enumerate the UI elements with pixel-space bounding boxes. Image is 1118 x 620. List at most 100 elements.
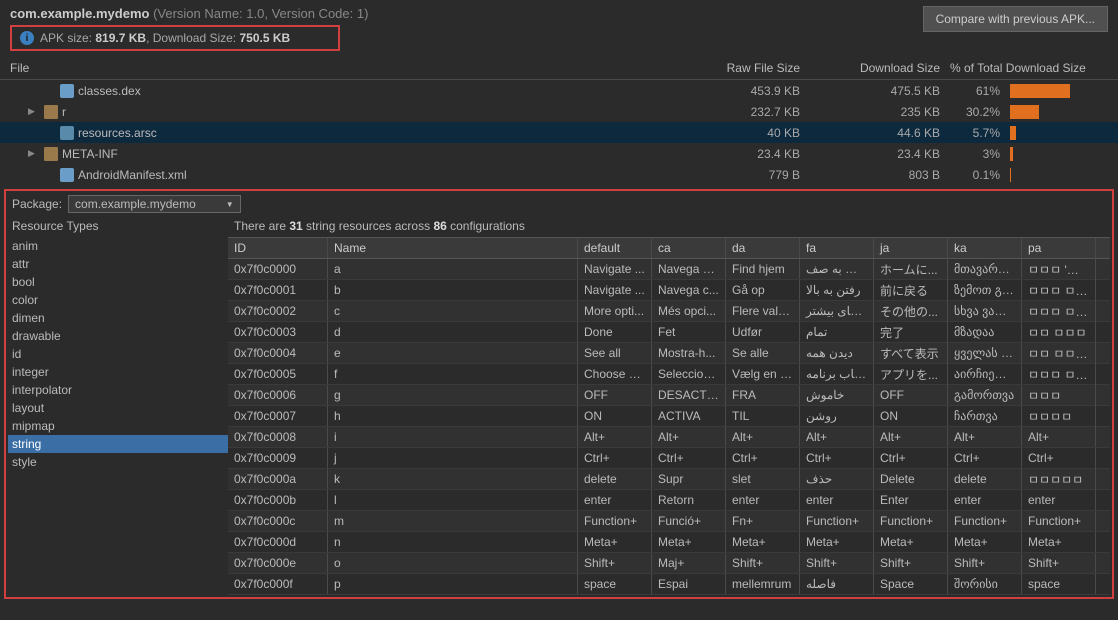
percent: 30.2%: [940, 105, 1000, 119]
percent: 61%: [940, 84, 1000, 98]
col-header[interactable]: default: [578, 238, 652, 258]
res-value: ㅁㅁㅁ ㅁㅁㅁ: [1022, 279, 1096, 302]
res-value: Meta+: [800, 532, 874, 552]
col-header[interactable]: fa: [800, 238, 874, 258]
resource-row[interactable]: 0x7f0c0002cMore opti...Més opci...Flere …: [228, 301, 1110, 322]
expand-arrow-icon[interactable]: ▶: [28, 106, 40, 117]
res-value: ㅁㅁㅁㅁㅁ: [1022, 468, 1096, 491]
file-row[interactable]: AndroidManifest.xml779 B803 B0.1%: [0, 164, 1118, 185]
resource-row[interactable]: 0x7f0c0005fChoose a...Seleccion...Vælg e…: [228, 364, 1110, 385]
resource-type-bool[interactable]: bool: [8, 273, 228, 291]
package-label: Package:: [12, 197, 62, 211]
col-header[interactable]: ca: [652, 238, 726, 258]
col-pct: % of Total Download Size: [940, 61, 1118, 75]
file-row[interactable]: ▶r232.7 KB235 KB30.2%: [0, 101, 1118, 122]
res-id: 0x7f0c0008: [228, 427, 328, 447]
expand-arrow-icon[interactable]: ▶: [28, 148, 40, 159]
resource-row[interactable]: 0x7f0c0006gOFFDESACTIVAFRAخاموشOFFგამორთ…: [228, 385, 1110, 406]
file-row[interactable]: ▶META-INF23.4 KB23.4 KB3%: [0, 143, 1118, 164]
res-value: Function+: [948, 511, 1022, 531]
col-header[interactable]: da: [726, 238, 800, 258]
res-value: حذف: [800, 469, 874, 489]
resource-types-list: Resource Types animattrboolcolordimendra…: [8, 215, 228, 595]
res-value: خاموش: [800, 385, 874, 405]
res-id: 0x7f0c000a: [228, 469, 328, 489]
res-value: enter: [1022, 490, 1096, 510]
resource-summary: There are 31 string resources across 86 …: [228, 215, 1110, 237]
col-header[interactable]: ID: [228, 238, 328, 258]
resource-row[interactable]: 0x7f0c000dnMeta+Meta+Meta+Meta+Meta+Meta…: [228, 532, 1110, 553]
resource-row[interactable]: 0x7f0c0004eSee allMostra-h...Se alleدیدن…: [228, 343, 1110, 364]
resource-row[interactable]: 0x7f0c000blenterRetornenterenterEnterent…: [228, 490, 1110, 511]
resource-type-anim[interactable]: anim: [8, 237, 228, 255]
res-value: enter: [948, 490, 1022, 510]
res-value: ㅁㅁ ㅁㅁㅁㅁ: [1022, 342, 1096, 365]
raw-size: 779 B: [630, 168, 800, 182]
percent: 3%: [940, 147, 1000, 161]
resource-type-layout[interactable]: layout: [8, 399, 228, 417]
res-value: Meta+: [948, 532, 1022, 552]
col-header[interactable]: ja: [874, 238, 948, 258]
apk-size-text: APK size: 819.7 KB, Download Size: 750.5…: [40, 31, 290, 45]
resource-type-attr[interactable]: attr: [8, 255, 228, 273]
compare-apk-button[interactable]: Compare with previous APK...: [923, 6, 1108, 32]
res-value: Ctrl+: [578, 448, 652, 468]
resource-type-id[interactable]: id: [8, 345, 228, 363]
res-value: ㅁㅁㅁㅁ: [1022, 405, 1096, 428]
file-row[interactable]: resources.arsc40 KB44.6 KB5.7%: [0, 122, 1118, 143]
res-value: Delete: [874, 469, 948, 489]
res-id: 0x7f0c0006: [228, 385, 328, 405]
res-value: Done: [578, 322, 652, 342]
res-name: m: [328, 511, 578, 531]
res-value: Ctrl+: [948, 448, 1022, 468]
resource-row[interactable]: 0x7f0c0009jCtrl+Ctrl+Ctrl+Ctrl+Ctrl+Ctrl…: [228, 448, 1110, 469]
res-value: Find hjem: [726, 259, 800, 279]
resource-row[interactable]: 0x7f0c0008iAlt+Alt+Alt+Alt+Alt+Alt+Alt+: [228, 427, 1110, 448]
file-name: META-INF: [62, 147, 118, 161]
resource-row[interactable]: 0x7f0c0000aNavigate ...Navega a...Find h…: [228, 259, 1110, 280]
raw-size: 40 KB: [630, 126, 800, 140]
res-name: i: [328, 427, 578, 447]
res-value: Space: [874, 574, 948, 594]
resource-row[interactable]: 0x7f0c0007hONACTIVATILروشنONჩართვაㅁㅁㅁㅁ: [228, 406, 1110, 427]
res-value: Alt+: [874, 427, 948, 447]
res-value: Seleccion...: [652, 364, 726, 384]
xml-icon: [60, 168, 74, 182]
res-value: رفتن به بالا: [800, 280, 874, 300]
resource-type-string[interactable]: string: [8, 435, 228, 453]
resource-type-color[interactable]: color: [8, 291, 228, 309]
resource-row[interactable]: 0x7f0c000fpspaceEspaimellemrumفاصلهSpace…: [228, 574, 1110, 595]
res-value: Retorn: [652, 490, 726, 510]
resource-type-drawable[interactable]: drawable: [8, 327, 228, 345]
col-header[interactable]: pa: [1022, 238, 1096, 258]
res-value: Meta+: [652, 532, 726, 552]
resource-type-style[interactable]: style: [8, 453, 228, 471]
raw-size: 232.7 KB: [630, 105, 800, 119]
resource-type-mipmap[interactable]: mipmap: [8, 417, 228, 435]
res-value: Navigate ...: [578, 280, 652, 300]
res-value: Navega c...: [652, 280, 726, 300]
res-value: TIL: [726, 406, 800, 426]
res-name: f: [328, 364, 578, 384]
resource-row[interactable]: 0x7f0c0003dDoneFetUdførتمام完了მზადააㅁㅁ ㅁㅁ…: [228, 322, 1110, 343]
package-dropdown[interactable]: com.example.mydemo ▼: [68, 195, 241, 213]
res-name: c: [328, 301, 578, 321]
res-id: 0x7f0c0004: [228, 343, 328, 363]
col-header[interactable]: ka: [948, 238, 1022, 258]
file-name: AndroidManifest.xml: [78, 168, 187, 182]
res-value: Maj+: [652, 553, 726, 573]
resource-row[interactable]: 0x7f0c0001bNavigate ...Navega c...Gå opر…: [228, 280, 1110, 301]
resource-row[interactable]: 0x7f0c000cmFunction+Funció+Fn+Function+F…: [228, 511, 1110, 532]
col-header[interactable]: Name: [328, 238, 578, 258]
resource-row[interactable]: 0x7f0c000akdeleteSuprsletحذفDeletedelete…: [228, 469, 1110, 490]
res-value: Alt+: [578, 427, 652, 447]
res-value: ㅁㅁ ㅁㅁㅁ: [1022, 321, 1096, 344]
resource-row[interactable]: 0x7f0c000eoShift+Maj+Shift+Shift+Shift+S…: [228, 553, 1110, 574]
version-info: (Version Name: 1.0, Version Code: 1): [153, 6, 368, 21]
resource-type-interpolator[interactable]: interpolator: [8, 381, 228, 399]
res-name: a: [328, 259, 578, 279]
res-value: Ctrl+: [1022, 448, 1096, 468]
resource-type-dimen[interactable]: dimen: [8, 309, 228, 327]
resource-type-integer[interactable]: integer: [8, 363, 228, 381]
file-row[interactable]: classes.dex453.9 KB475.5 KB61%: [0, 80, 1118, 101]
